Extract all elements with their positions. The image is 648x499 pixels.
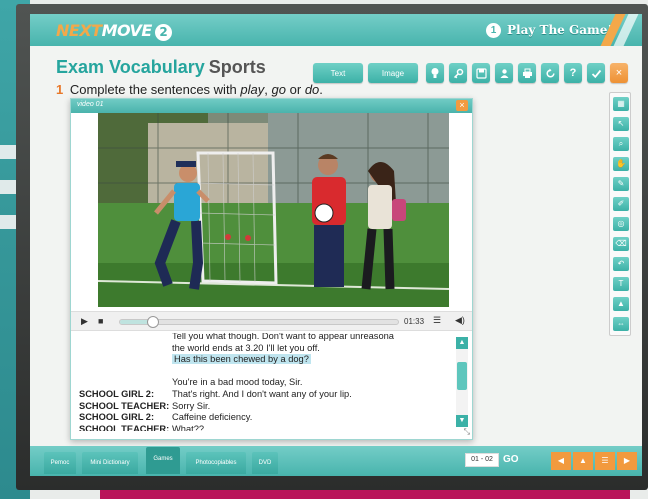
seek-handle[interactable] [147,316,160,328]
scroll-thumb[interactable] [457,362,467,390]
transcript-text: the world ends at 3.20 I'll let you off. [172,342,320,353]
spotlight-icon[interactable]: ◎ [613,217,629,231]
tab-mini-dictionary[interactable]: Mini Dictionary [82,452,138,474]
transcript-line: SCHOOL TEACHER: Sorry Sir. [79,401,210,413]
tab-pemoc[interactable]: Pemoc [44,452,76,474]
transcript-text: That's right. And I don't want any of yo… [172,389,352,399]
highlighter-icon[interactable]: ✐ [613,197,629,211]
pattern-icon[interactable]: ▦ [613,97,629,111]
transcript-text: What?? [172,423,205,431]
transcript-line: SCHOOL GIRL 2: Caffeine deficiency. [79,412,252,424]
print-icon[interactable] [518,63,536,83]
top-bar: NEXTMOVE 2 1 Play The Game! [30,14,642,46]
help-icon[interactable]: ? [564,63,582,83]
video-controls: ▶ ■ 01:33 ☰ ◀) [71,311,472,331]
page-navigator: 01 - 02 GO [465,453,537,469]
transcript-line: SCHOOL TEACHER: What?? [79,424,204,431]
transcript-line: Tell you what though. Don't want to appe… [79,333,394,343]
transcript-text: Caffeine deficiency. [172,412,253,423]
video-frame[interactable] [98,113,449,307]
lightbulb-icon[interactable] [426,63,444,83]
bottom-bar: Pemoc Mini Dictionary Games Photocopiabl… [30,446,642,476]
prev-icon[interactable]: ◀ [551,452,571,470]
tab-dvd[interactable]: DVD [252,452,278,474]
volume-icon[interactable]: ◀) [455,315,465,326]
seek-bar[interactable] [119,316,399,328]
video-window-title: video 01 [77,101,104,108]
scroll-up-icon[interactable]: ▲ [456,337,468,349]
transcript-text: Sorry Sir. [172,400,211,411]
character-icon[interactable] [495,63,513,83]
video-still-image [98,113,449,307]
close-icon[interactable]: × [610,63,628,83]
page-title: Exam Vocabulary Sports [56,57,266,77]
check-icon[interactable] [587,63,605,83]
transcript-line: Has this been chewed by a dog? [79,354,311,366]
undo-icon[interactable]: ↶ [613,257,629,271]
video-close-button[interactable]: × [456,100,468,111]
image-button[interactable]: Image [368,63,418,83]
video-window[interactable]: video 01 × ▶ ■ 01:33 ☰ ◀) Tell you what … [70,98,473,440]
transcript-scrollbar[interactable]: ▲ ▼ [456,337,468,427]
expand-icon[interactable]: ⇔ [613,317,629,331]
transcript-line: You're in a bad mood today, Sir. [79,377,302,389]
page-range-input[interactable]: 01 - 02 [465,453,499,467]
play-the-game-button[interactable]: 1 Play The Game! [482,21,619,39]
pen-icon[interactable]: ✎ [613,177,629,191]
play-icon[interactable]: ▶ [81,316,88,327]
transcript-highlighted-text: Has this been chewed by a dog? [172,354,311,365]
key-icon[interactable] [449,63,467,83]
video-timecode: 01:33 [404,317,425,326]
text-button[interactable]: Text [313,63,363,83]
transcript-text: You're in a bad mood today, Sir. [172,377,303,388]
zoom-icon[interactable]: ⌕ [613,137,629,151]
right-toolbar: ▦ ↖ ⌕ ✋ ✎ ✐ ◎ ⌫ ↶ T ▲ ⇔ [609,92,631,336]
eraser-icon[interactable]: ⌫ [613,237,629,251]
tab-photocopiables[interactable]: Photocopiables [186,452,246,474]
page-subtitle: Sports [208,57,266,77]
exercise-number: 1 [56,82,64,97]
up-icon[interactable]: ▲ [573,452,593,470]
transcript-line: SCHOOL GIRL 2: That's right. And I don't … [79,389,352,401]
transcript-speaker: SCHOOL GIRL 2: [79,389,155,399]
app-screen: NEXTMOVE 2 1 Play The Game! Exam Vocabula… [30,14,642,476]
play-number-badge: 1 [486,22,501,38]
scroll-down-icon[interactable]: ▼ [456,415,468,427]
menu-icon[interactable]: ☰ [595,452,615,470]
save-icon[interactable] [472,63,490,83]
transcript-speaker: SCHOOL TEACHER: [79,423,170,431]
transcript-speaker: SCHOOL TEACHER: [79,400,170,411]
hand-icon[interactable]: ✋ [613,157,629,171]
transcript-toggle-icon[interactable]: ☰ [433,315,441,326]
play-the-game-label: Play The Game! [507,23,613,37]
brand-logo: NEXTMOVE 2 [56,21,172,41]
paint-icon[interactable]: ▲ [613,297,629,311]
tab-games[interactable]: Games [146,447,180,474]
transcript-line: the world ends at 3.20 I'll let you off. [79,343,320,355]
instruction: 1 Complete the sentences with play, go o… [56,82,323,97]
resize-handle-icon[interactable]: ⤡ [464,427,470,437]
transcript-speaker: SCHOOL GIRL 2: [79,412,155,423]
next-icon[interactable]: ▶ [617,452,637,470]
reset-icon[interactable] [541,63,559,83]
stop-icon[interactable]: ■ [98,316,103,326]
transcript-line [79,366,172,378]
transcript-panel[interactable]: Tell you what though. Don't want to appe… [71,333,454,431]
transcript-text: Tell you what though. Don't want to appe… [172,333,394,341]
go-button[interactable]: GO [503,454,519,465]
cursor-icon[interactable]: ↖ [613,117,629,131]
video-window-titlebar[interactable]: video 01 × [71,99,472,113]
text-tool-icon[interactable]: T [613,277,629,291]
